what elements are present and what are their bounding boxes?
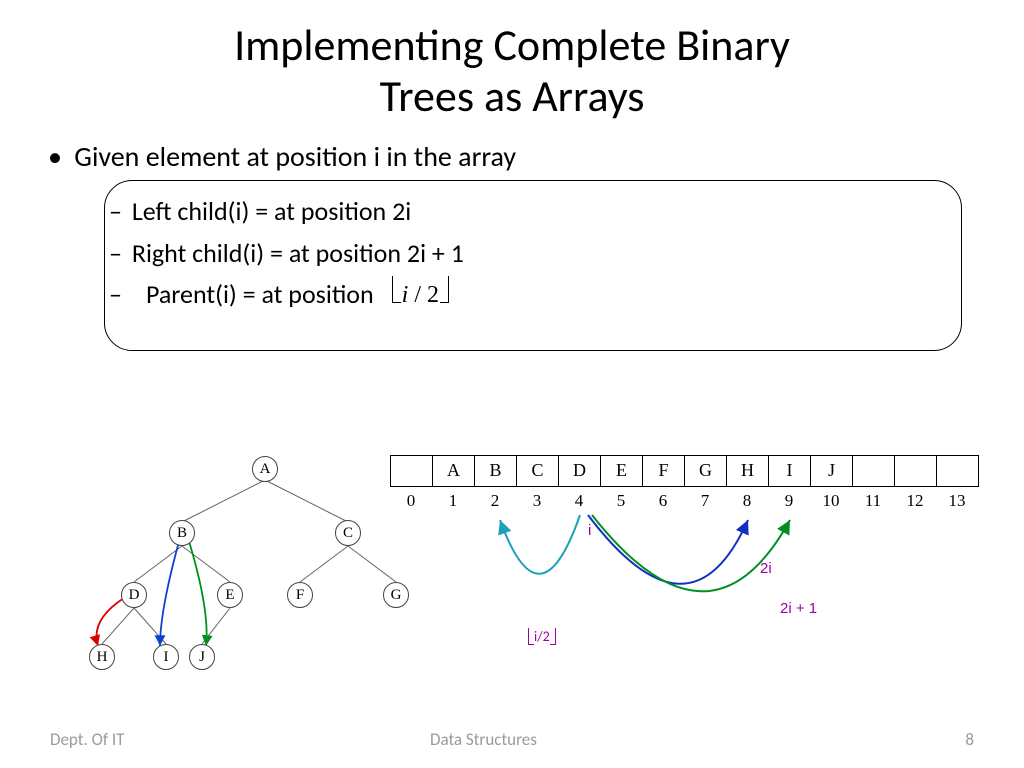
array-cell xyxy=(853,456,895,486)
formula-box: Left child(i) = at position 2i Right chi… xyxy=(104,180,962,351)
array-cell: D xyxy=(559,456,601,486)
tree-node: E xyxy=(217,582,243,608)
array-cell: F xyxy=(643,456,685,486)
array-index: 6 xyxy=(642,491,684,511)
array-index: 10 xyxy=(810,491,852,511)
array-cell: G xyxy=(685,456,727,486)
array-cell: E xyxy=(601,456,643,486)
tree-node: A xyxy=(252,456,278,482)
array-index: 4 xyxy=(558,491,600,511)
array-index: 5 xyxy=(600,491,642,511)
footer-course: Data Structures xyxy=(430,729,914,750)
array-cell: H xyxy=(727,456,769,486)
array-cell xyxy=(895,456,937,486)
array-cell: A xyxy=(433,456,475,486)
array-index: 0 xyxy=(390,491,432,511)
tree-node: F xyxy=(287,582,313,608)
array-cell: B xyxy=(475,456,517,486)
label-i: i xyxy=(588,522,591,539)
tree-node: I xyxy=(153,644,179,670)
array-index: 11 xyxy=(852,491,894,511)
bullet-left-child: Left child(i) = at position 2i xyxy=(131,191,935,233)
slide-footer: Dept. Of IT Data Structures 8 xyxy=(0,729,1024,750)
tree-node: J xyxy=(189,644,215,670)
array-cell xyxy=(391,456,433,486)
array-index: 9 xyxy=(768,491,810,511)
array-index: 2 xyxy=(474,491,516,511)
bullet-main: Given element at position i in the array xyxy=(72,139,952,174)
label-2i-plus-1: 2i + 1 xyxy=(780,600,817,617)
label-i-half: i/2 xyxy=(530,628,554,645)
array-indices: 0 1 2 3 4 5 6 7 8 9 10 11 12 13 xyxy=(390,491,979,511)
binary-tree: A B C D E F G H I J xyxy=(60,450,400,680)
bullet-parent: Parent(i) = at position i / 2 xyxy=(131,274,935,316)
index-arrows xyxy=(390,510,990,680)
content-area: Given element at position i in the array… xyxy=(0,121,1024,351)
array-index: 8 xyxy=(726,491,768,511)
footer-dept: Dept. Of IT xyxy=(50,729,430,750)
array-representation: A B C D E F G H I J 0 1 2 3 4 5 6 7 8 9 … xyxy=(390,455,979,511)
tree-node: C xyxy=(335,520,361,546)
tree-edges xyxy=(60,450,400,680)
array-index: 12 xyxy=(894,491,936,511)
tree-node: D xyxy=(121,582,147,608)
array-index: 3 xyxy=(516,491,558,511)
array-index: 13 xyxy=(936,491,978,511)
bullet-right-child: Right child(i) = at position 2i + 1 xyxy=(131,233,935,275)
array-index: 7 xyxy=(684,491,726,511)
tree-node: H xyxy=(89,644,115,670)
label-2i: 2i xyxy=(760,560,772,577)
array-cell: C xyxy=(517,456,559,486)
floor-expression: i / 2 xyxy=(394,276,447,314)
footer-page: 8 xyxy=(914,729,974,750)
array-cell: I xyxy=(769,456,811,486)
array-cell: J xyxy=(811,456,853,486)
diagram-area: A B C D E F G H I J A B C D E F G H I J … xyxy=(40,450,984,710)
tree-node: B xyxy=(169,520,195,546)
array-cells: A B C D E F G H I J xyxy=(390,455,979,487)
array-cell xyxy=(937,456,979,486)
array-index: 1 xyxy=(432,491,474,511)
slide-title: Implementing Complete Binary Trees as Ar… xyxy=(0,0,1024,121)
